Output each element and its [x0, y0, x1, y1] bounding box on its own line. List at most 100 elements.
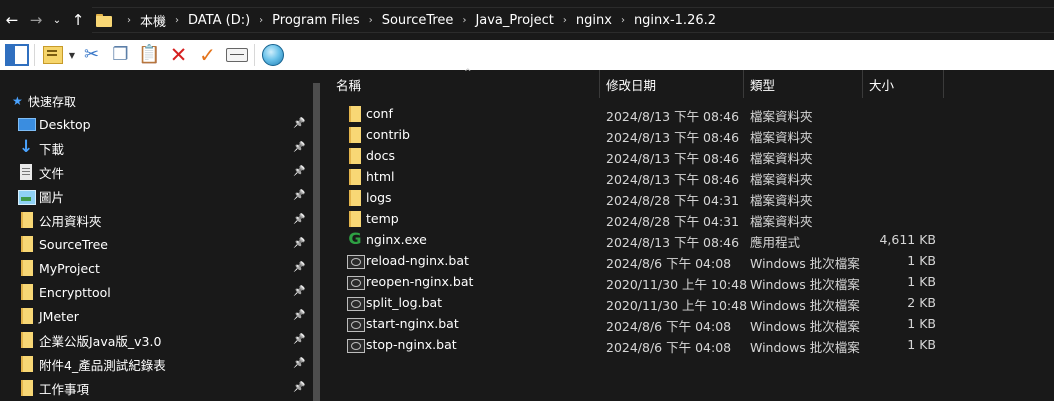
back-button[interactable]: ←	[0, 0, 24, 40]
star-icon: ★	[12, 94, 23, 108]
chevron-right-icon[interactable]: ›	[369, 15, 373, 26]
breadcrumb-segment[interactable]: nginx	[576, 13, 612, 28]
chevron-right-icon[interactable]: ›	[563, 15, 567, 26]
column-date-label: 修改日期	[606, 77, 657, 93]
navigation-scrollbar[interactable]	[312, 70, 321, 401]
chevron-right-icon[interactable]: ›	[621, 15, 625, 26]
sidebar-item[interactable]: 企業公版Java版_v3.0 📌	[18, 328, 313, 352]
sidebar-item[interactable]: 圖片 📌	[18, 184, 313, 208]
file-row[interactable]: nginx.exe 2024/8/13 下午 08:46 應用程式 4,611 KB	[344, 229, 1044, 250]
bat-file-icon	[347, 316, 365, 332]
copy-button[interactable]: ❐	[106, 42, 135, 68]
file-name: contrib	[366, 127, 410, 142]
navigation-pane-button[interactable]	[2, 42, 31, 68]
sidebar-item[interactable]: 公用資料夾 📌	[18, 208, 313, 232]
file-row[interactable]: html 2024/8/13 下午 08:46 檔案資料夾	[344, 166, 1044, 187]
chevron-right-icon[interactable]: ›	[259, 15, 263, 26]
recent-locations-button[interactable]: ⌄	[48, 0, 66, 40]
bat-file-icon	[347, 337, 365, 353]
sidebar-item-label: 下載	[39, 141, 65, 157]
pin-icon[interactable]: 📌	[293, 214, 305, 226]
file-row[interactable]: conf 2024/8/13 下午 08:46 檔案資料夾	[344, 103, 1044, 124]
file-explorer-window: ← → ⌄ ↑ › 本機 › DATA (D:) › Program Files › Sour…	[0, 0, 1054, 401]
breadcrumb-segment[interactable]: nginx-1.26.2	[634, 13, 716, 28]
pin-icon[interactable]: 📌	[293, 166, 305, 178]
file-row[interactable]: docs 2024/8/13 下午 08:46 檔案資料夾	[344, 145, 1044, 166]
file-size: 1 KB	[907, 316, 936, 331]
folder-icon	[347, 190, 363, 206]
sort-ascending-icon: ^	[464, 68, 472, 78]
pin-icon[interactable]: 📌	[293, 190, 305, 202]
toolbar-divider	[34, 44, 35, 66]
address-bar[interactable]: › 本機 › DATA (D:) › Program Files › SourceTree › J…	[92, 7, 1054, 33]
pin-icon[interactable]: 📌	[293, 334, 305, 346]
paste-button[interactable]: 📋	[135, 42, 164, 68]
file-row[interactable]: split_log.bat 2020/11/30 上午 10:48 Windows …	[344, 292, 1044, 313]
folder-icon	[347, 211, 363, 227]
file-row[interactable]: reload-nginx.bat 2024/8/6 下午 04:08 Windows…	[344, 250, 1044, 271]
pin-icon[interactable]: 📌	[293, 286, 305, 298]
chevron-right-icon[interactable]: ›	[462, 15, 466, 26]
navigation-pane: ★ 快速存取 Desktop📌下載📌文件📌圖片📌公用資料夾📌SourceTree…	[0, 70, 320, 401]
file-date-modified: 2024/8/6 下午 04:08	[606, 256, 732, 271]
file-row[interactable]: reopen-nginx.bat 2020/11/30 上午 10:48 Windo…	[344, 271, 1044, 292]
pin-icon[interactable]: 📌	[293, 262, 305, 274]
breadcrumb-segment[interactable]: SourceTree	[382, 13, 454, 28]
chevron-down-icon: ⌄	[52, 14, 62, 26]
arrow-right-icon: →	[29, 11, 43, 29]
file-size: 4,611 KB	[879, 232, 936, 247]
file-date-modified: 2024/8/13 下午 08:46	[606, 151, 740, 166]
chevron-right-icon[interactable]: ›	[127, 15, 131, 26]
shell-orb-icon	[261, 44, 284, 66]
pin-icon[interactable]: 📌	[293, 238, 305, 250]
scrollbar-thumb[interactable]	[313, 83, 320, 401]
file-row[interactable]: stop-nginx.bat 2024/8/6 下午 04:08 Windows 批…	[344, 334, 1044, 355]
file-row[interactable]: logs 2024/8/28 下午 04:31 檔案資料夾	[344, 187, 1044, 208]
sidebar-item-label: SourceTree	[39, 236, 108, 252]
sidebar-item[interactable]: 下載 📌	[18, 136, 313, 160]
properties-dropdown[interactable]: ▼	[67, 51, 77, 60]
notepad-icon	[42, 46, 63, 64]
quick-access-label: 快速存取	[28, 94, 77, 109]
clipboard-icon: 📋	[138, 44, 161, 65]
column-type[interactable]: 類型	[744, 70, 863, 98]
forward-button[interactable]: →	[24, 0, 48, 40]
select-button[interactable]: ✓	[193, 42, 222, 68]
breadcrumb-segment[interactable]: Java_Project	[475, 13, 553, 28]
breadcrumb-segment[interactable]: DATA (D:)	[188, 13, 250, 28]
breadcrumb-segment[interactable]: Program Files	[272, 13, 360, 28]
pin-icon[interactable]: 📌	[293, 142, 305, 154]
file-name: logs	[366, 190, 392, 205]
sidebar-item[interactable]: MyProject 📌	[18, 256, 313, 280]
column-date-modified[interactable]: 修改日期	[600, 70, 744, 98]
chevron-right-icon[interactable]: ›	[175, 15, 179, 26]
sidebar-item[interactable]: Encrypttool 📌	[18, 280, 313, 304]
file-row[interactable]: start-nginx.bat 2024/8/6 下午 04:08 Windows …	[344, 313, 1044, 334]
sidebar-item[interactable]: 附件4_產品測試紀錄表 📌	[18, 352, 313, 376]
cut-button[interactable]: ✂	[77, 42, 106, 68]
file-size: 1 KB	[907, 337, 936, 352]
breadcrumb-segment[interactable]: 本機	[140, 11, 166, 30]
shell-button[interactable]	[258, 42, 287, 68]
sidebar-item[interactable]: 文件 📌	[18, 160, 313, 184]
sidebar-item[interactable]: Desktop 📌	[18, 112, 313, 136]
pin-icon[interactable]: 📌	[293, 358, 305, 370]
toolbar-divider	[254, 44, 255, 66]
column-size[interactable]: 大小	[863, 70, 944, 98]
pin-icon[interactable]: 📌	[293, 310, 305, 322]
sidebar-item[interactable]: JMeter 📌	[18, 304, 313, 328]
file-row[interactable]: contrib 2024/8/13 下午 08:46 檔案資料夾	[344, 124, 1044, 145]
pin-icon[interactable]: 📌	[293, 382, 305, 394]
rename-button[interactable]	[222, 42, 251, 68]
sidebar-item[interactable]: SourceTree 📌	[18, 232, 313, 256]
up-button[interactable]: ↑	[66, 0, 90, 40]
delete-button[interactable]: ✕	[164, 42, 193, 68]
file-row[interactable]: temp 2024/8/28 下午 04:31 檔案資料夾	[344, 208, 1044, 229]
properties-button[interactable]	[38, 42, 67, 68]
pin-icon[interactable]: 📌	[293, 118, 305, 130]
column-name[interactable]: ^ 名稱	[330, 68, 600, 98]
file-name: reload-nginx.bat	[366, 253, 469, 268]
folder-icon	[347, 127, 363, 143]
quick-access[interactable]: ★ 快速存取	[12, 92, 76, 110]
sidebar-item[interactable]: 工作事項 📌	[18, 376, 313, 400]
